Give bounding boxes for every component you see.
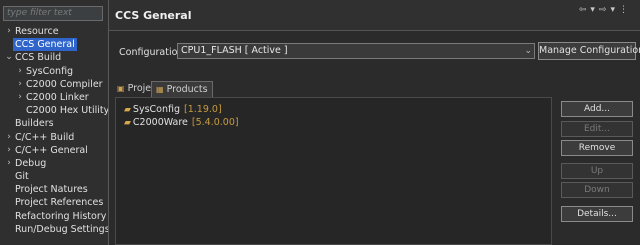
edit-button[interactable]: Edit...	[561, 121, 633, 137]
project-icon: ▣	[117, 84, 125, 93]
tree-item-label: CCS General	[13, 38, 77, 52]
tree-item-label: Refactoring History	[15, 210, 107, 222]
tree-item-ccs-build[interactable]: ⌄ CCS Build	[0, 51, 108, 64]
page-title: CCS General	[115, 9, 192, 22]
properties-tree: › Resource CCS General ⌄ CCS Build › Sys…	[0, 25, 108, 236]
tree-item-ccs-general[interactable]: CCS General	[0, 38, 108, 52]
tree-item-git[interactable]: Git	[0, 170, 108, 183]
tree-item-label: Project References	[15, 197, 104, 209]
details-button[interactable]: Details...	[561, 206, 633, 222]
tree-item-label: Git	[15, 171, 29, 183]
tree-item-cpp-build[interactable]: › C/C++ Build	[0, 131, 108, 144]
view-menu-icon[interactable]: ⋮	[619, 5, 630, 15]
chevron-right-icon[interactable]: ›	[15, 78, 25, 91]
up-button[interactable]: Up	[561, 163, 633, 179]
tree-item-builders[interactable]: Builders	[0, 117, 108, 130]
tree-item-refactoring-history[interactable]: Refactoring History	[0, 210, 108, 223]
tree-item-label: Debug	[15, 157, 47, 169]
product-name: SysConfig	[132, 104, 181, 115]
tab-label: Products	[166, 84, 208, 95]
list-item[interactable]: ▰ SysConfig [1.19.0]	[124, 104, 222, 116]
configuration-select[interactable]: CPU1_FLASH [ Active ] ⌄	[177, 43, 535, 59]
package-icon: ▰	[124, 105, 131, 115]
forward-arrow-icon[interactable]: ⇨	[599, 5, 609, 15]
back-arrow-icon[interactable]: ⇦	[579, 5, 589, 15]
tree-item-label: C2000 Compiler	[26, 78, 103, 90]
tab-products[interactable]: ▦ Products	[151, 81, 213, 97]
chevron-right-icon[interactable]: ›	[15, 65, 25, 78]
tree-item-label: Resource	[15, 26, 59, 37]
chevron-right-icon[interactable]: ›	[4, 131, 14, 144]
configuration-value: CPU1_FLASH [ Active ]	[181, 45, 288, 56]
package-icon: ▰	[124, 118, 131, 128]
tree-item-label: Builders	[15, 118, 54, 130]
tree-item-label: C/C++ Build	[15, 131, 75, 143]
chevron-right-icon[interactable]: ›	[4, 157, 14, 170]
properties-content: CCS General ⇦ ▾ ⇨ ▾ ⋮ Configuration: CPU1_FL…	[109, 0, 640, 245]
tree-item-debug[interactable]: › Debug	[0, 157, 108, 170]
add-button[interactable]: Add...	[561, 101, 633, 117]
tree-item-sysconfig[interactable]: › SysConfig	[0, 65, 108, 78]
tree-item-label: C/C++ General	[15, 144, 88, 156]
chevron-right-icon[interactable]: ›	[4, 25, 14, 38]
forward-dropdown-icon[interactable]: ▾	[610, 5, 617, 15]
tree-item-label: Run/Debug Settings	[15, 223, 109, 235]
back-dropdown-icon[interactable]: ▾	[590, 5, 597, 15]
tree-item-project-references[interactable]: Project References	[0, 196, 108, 209]
tree-item-cpp-general[interactable]: › C/C++ General	[0, 144, 108, 157]
products-list[interactable]: ▰ SysConfig [1.19.0] ▰ C2000Ware [5.4.0.00]	[115, 97, 552, 245]
tree-item-label: Project Natures	[15, 184, 88, 196]
page-header: CCS General ⇦ ▾ ⇨ ▾ ⋮	[109, 0, 640, 31]
history-nav: ⇦ ▾ ⇨ ▾ ⋮	[577, 5, 630, 15]
tree-item-label: C2000 Hex Utility [D	[26, 105, 109, 117]
tree-item-c2000-compiler[interactable]: › C2000 Compiler	[0, 78, 108, 91]
tree-item-resource[interactable]: › Resource	[0, 25, 108, 38]
manage-configurations-button[interactable]: Manage Configurations...	[538, 42, 640, 60]
chevron-right-icon[interactable]: ›	[4, 144, 14, 157]
tree-item-project-natures[interactable]: Project Natures	[0, 183, 108, 196]
filter-input[interactable]: type filter text	[3, 6, 103, 21]
product-version: [5.4.0.00]	[191, 117, 239, 128]
list-item[interactable]: ▰ C2000Ware [5.4.0.00]	[124, 117, 239, 129]
tree-item-c2000-hex-utility[interactable]: C2000 Hex Utility [D	[0, 104, 108, 117]
chevron-right-icon[interactable]: ›	[15, 91, 25, 104]
tree-item-run-debug-settings[interactable]: Run/Debug Settings	[0, 223, 108, 236]
tree-item-label: C2000 Linker	[26, 91, 89, 103]
tree-item-label: SysConfig	[26, 65, 74, 77]
chevron-down-icon[interactable]: ⌄	[4, 51, 14, 64]
tree-item-label: CCS Build	[15, 52, 62, 64]
products-icon: ▦	[156, 85, 164, 94]
product-name: C2000Ware	[132, 117, 188, 128]
product-version: [1.19.0]	[184, 104, 222, 115]
properties-nav-panel: type filter text › Resource CCS General …	[0, 0, 109, 245]
chevron-down-icon[interactable]: ⌄	[524, 44, 532, 58]
down-button[interactable]: Down	[561, 182, 633, 198]
tree-item-c2000-linker[interactable]: › C2000 Linker	[0, 91, 108, 104]
remove-button[interactable]: Remove	[561, 140, 633, 156]
